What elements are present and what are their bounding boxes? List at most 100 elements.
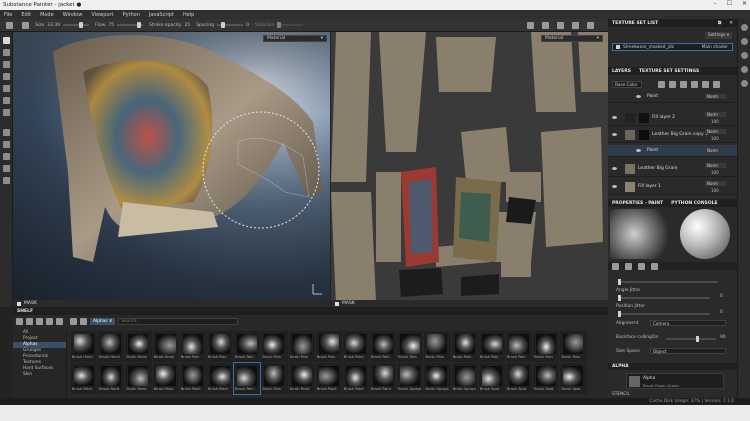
shelf-item[interactable]: Brush Paint	[179, 363, 206, 394]
channel-select[interactable]: Base Color	[612, 81, 642, 88]
viewport-2d[interactable]: Material ▾ MASK	[331, 32, 608, 307]
properties-icon[interactable]	[740, 52, 748, 59]
shelf-item[interactable]: Brush Pain	[424, 331, 451, 362]
position-jitter-value[interactable]: 0	[720, 310, 723, 315]
search-filter-icon[interactable]	[80, 318, 87, 325]
alpha-icon[interactable]	[638, 262, 645, 270]
backface-culling-value[interactable]: 90	[720, 335, 726, 340]
shelf-item[interactable]: Brush Pain	[288, 331, 315, 362]
shelf-item[interactable]: Brush Pain	[478, 331, 505, 362]
menu-edit[interactable]: Edit	[21, 12, 31, 18]
menu-window[interactable]: Window	[63, 12, 83, 18]
visibility-icon[interactable]	[612, 116, 617, 119]
spacing-value[interactable]: 0	[246, 23, 249, 28]
shelf-item[interactable]: Brush Paint	[315, 363, 342, 394]
size-slider[interactable]	[63, 22, 90, 28]
shelf-item[interactable]: Brush Sprays	[397, 363, 424, 394]
polygon-fill-icon[interactable]	[2, 73, 10, 80]
add-fill-layer-icon[interactable]	[680, 81, 687, 88]
visibility-icon[interactable]	[636, 95, 641, 98]
shelf-item[interactable]: Brush Pain	[370, 331, 397, 362]
shelf-item[interactable]: Brush Hmm	[71, 331, 98, 362]
add-effect-icon[interactable]	[658, 81, 665, 88]
shader-name[interactable]: Main shader	[702, 45, 728, 50]
menu-mode[interactable]: Mode	[40, 12, 54, 18]
camera-icon[interactable]	[557, 21, 564, 29]
shelf-item[interactable]: Brush Pain	[315, 331, 342, 362]
angle-jitter-value[interactable]: 0	[720, 294, 723, 299]
shelf-item[interactable]: Brush Pain	[397, 331, 424, 362]
menu-viewport[interactable]: Viewport	[91, 12, 113, 18]
history-icon[interactable]	[2, 165, 10, 172]
alpha-section-header[interactable]: ALPHA	[608, 363, 737, 370]
texture-set-item[interactable]: Streetwear_masked_jdz Main shader	[612, 43, 733, 51]
shelf-item[interactable]: Brush Paint	[206, 363, 234, 394]
menu-help[interactable]: Help	[183, 12, 194, 18]
shelf-item[interactable]: Brush Spot	[478, 363, 505, 394]
shelf-item[interactable]: Brush Paint	[342, 331, 370, 362]
brush-settings-icon[interactable]	[612, 262, 619, 270]
layer-row-selected[interactable]: Paint Norm	[608, 145, 737, 157]
symmetry-icon[interactable]	[22, 21, 29, 29]
material-icon[interactable]	[625, 262, 632, 270]
layers-icon[interactable]	[740, 38, 748, 45]
geometry-decal-icon[interactable]	[2, 141, 10, 148]
filter-icon[interactable]	[70, 318, 77, 325]
screenshot-icon[interactable]	[572, 21, 579, 29]
shelf-item[interactable]: Brush Paint	[125, 363, 152, 394]
texture-set-checkbox[interactable]	[616, 45, 620, 49]
shelf-item[interactable]: Brush Pain	[234, 331, 261, 362]
stencil-icon[interactable]	[651, 262, 658, 270]
spacing-slider[interactable]	[217, 22, 244, 28]
shelf-item[interactable]: Brush Paint	[370, 363, 397, 394]
menu-python[interactable]: Python	[123, 12, 140, 18]
flow-value[interactable]: 75	[108, 23, 114, 28]
alpha-resource-slot[interactable]: Alpha Brush Paper Grains	[626, 373, 724, 389]
opacity-value[interactable]: 100	[711, 136, 719, 141]
blend-mode-select[interactable]: Norm	[705, 148, 726, 153]
shelf-item[interactable]: Brush Pain	[533, 331, 560, 362]
shelf-item[interactable]: Brush Paint	[342, 363, 370, 394]
clone-icon[interactable]	[2, 97, 10, 104]
stabilize-slider[interactable]	[277, 22, 304, 28]
shelf-item[interactable]: Brush Spot	[506, 363, 533, 394]
pause-icon[interactable]	[527, 21, 534, 29]
position-jitter-slider[interactable]	[618, 311, 710, 317]
text-tool-icon[interactable]	[2, 153, 10, 160]
viewport-3d-mode-select[interactable]: Material ▾	[263, 35, 327, 42]
shelf-item[interactable]: Brush Pain	[506, 331, 533, 362]
menu-javascript[interactable]: JavaScript	[149, 12, 174, 18]
mask-icon[interactable]	[335, 301, 339, 306]
opacity-value[interactable]: 100	[711, 119, 719, 124]
shelf-item[interactable]: Brush Paint	[71, 363, 98, 394]
flow-slider[interactable]	[117, 22, 144, 28]
texture-set-settings-button[interactable]: Settings ▾	[704, 32, 732, 39]
shelf-item[interactable]: Brush Pain	[179, 331, 206, 362]
minimize-icon[interactable]: –	[714, 0, 717, 7]
shelf-item[interactable]: Brush Pain	[560, 331, 587, 362]
tab-python-console[interactable]: PYTHON CONSOLE	[671, 201, 717, 206]
texture-set-icon[interactable]	[740, 24, 748, 31]
layer-row[interactable]: Leather Big Grain copy 1 Norm 100	[608, 127, 737, 143]
visibility-icon[interactable]	[636, 149, 641, 152]
filter-chip-alphas[interactable]: Alphas ✕	[90, 318, 116, 325]
list-view-icon[interactable]	[56, 318, 63, 325]
new-resource-icon[interactable]	[36, 318, 43, 325]
bake-icon[interactable]	[2, 129, 10, 136]
tab-properties-paint[interactable]: PROPERTIES - PAINT	[612, 201, 663, 206]
size-space-select[interactable]: Object	[650, 348, 726, 354]
shelf-item[interactable]: Brush Paint	[152, 363, 179, 394]
shelf-search-input[interactable]	[118, 318, 239, 325]
shelf-item[interactable]: Brush Pain	[261, 363, 288, 394]
tab-texture-set-settings[interactable]: TEXTURE SET SETTINGS	[639, 69, 699, 74]
menu-file[interactable]: File	[4, 12, 12, 18]
visibility-icon[interactable]	[612, 167, 617, 170]
maximize-icon[interactable]: ☐	[727, 0, 732, 7]
blend-mode-select[interactable]: Norm	[705, 129, 726, 134]
viewport-2d-mode-select[interactable]: Material ▾	[541, 35, 603, 42]
shelf-item[interactable]: Brush Spot	[533, 363, 560, 394]
grid-view-icon[interactable]	[46, 318, 53, 325]
import-icon[interactable]	[26, 318, 33, 325]
layer-row[interactable]: Fill layer 1 Norm 100	[608, 179, 737, 195]
angle-jitter-slider[interactable]	[618, 295, 710, 301]
